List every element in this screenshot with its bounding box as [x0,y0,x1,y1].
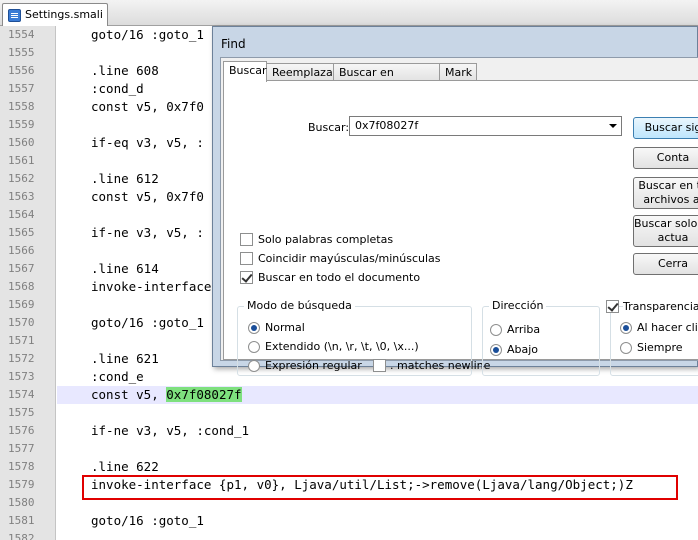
find-dialog-title: Find [221,37,246,51]
matches-newline-label: . matches newline [390,359,491,372]
search-mode-normal-radio[interactable] [248,322,260,334]
line-number: 1560 [8,136,35,149]
search-mode-regex-radio[interactable] [248,360,260,372]
line-number: 1573 [8,370,35,383]
code-line[interactable]: const v5, 0x7f08027f [57,386,698,404]
count-button[interactable]: Conta [633,147,698,169]
close-label: Cerra [657,257,689,270]
find-all-open-docs-button[interactable]: Buscar en to archivos al [633,177,698,209]
line-number: 1582 [8,532,35,540]
line-number: 1579 [8,478,35,491]
code-line[interactable] [57,440,698,458]
tab-mark[interactable]: Mark [439,63,477,81]
transparency-on-lose-focus-label: Al hacer clic s [637,321,698,334]
code-line-text: const v5, [91,387,167,402]
line-number: 1568 [8,280,35,293]
find-all-current-label-1: Buscar solo en [634,217,698,230]
match-case-checkbox[interactable] [240,252,253,265]
line-number: 1574 [8,388,35,401]
find-next-label: Buscar sig [644,121,698,134]
document-tab[interactable]: Settings.smali [2,3,108,26]
direction-down-label: Abajo [507,343,539,356]
whole-word-checkbox[interactable] [240,233,253,246]
find-all-current-label-2: actua [657,231,689,244]
line-number: 1581 [8,514,35,527]
search-input-value: 0x7f08027f [355,119,419,132]
transparency-title: Transparencia [623,300,698,313]
line-number: 1564 [8,208,35,221]
line-number: 1576 [8,424,35,437]
line-number: 1554 [8,28,35,41]
match-case-label: Coincidir mayúsculas/minúsculas [258,252,441,265]
tab-buscar[interactable]: Buscar [223,61,267,82]
search-mode-group: Modo de búsqueda Normal Extendido (\n, \… [237,299,490,376]
transparency-checkbox[interactable] [606,300,619,313]
transparency-on-lose-focus-radio[interactable] [620,322,632,334]
line-number: 1575 [8,406,35,419]
wrap-around-label: Buscar en todo el documento [258,271,421,284]
code-line[interactable] [57,404,698,422]
count-label: Conta [656,151,690,164]
line-number: 1555 [8,46,35,59]
line-number: 1563 [8,190,35,203]
search-mode-regex-label: Expresión regular [265,359,362,372]
direction-up-label: Arriba [507,323,541,336]
close-button[interactable]: Cerra [633,253,698,275]
find-all-open-label-1: Buscar en to [638,179,698,192]
matches-newline-checkbox[interactable] [373,359,386,372]
search-mode-extended-radio[interactable] [248,341,260,353]
transparency-always-label: Siempre [637,341,683,354]
line-number: 1569 [8,298,35,311]
line-number: 1565 [8,226,35,239]
line-number-gutter: 1554 1555 1556 1557 1558 1559 1560 1561 1562 1563… [0,26,56,540]
find-dialog: Find Buscar Reemplazar Buscar en archivo… [212,26,698,376]
annotation-highlight-box [82,475,678,500]
direction-title: Dirección [489,299,547,312]
transparency-always-radio[interactable] [620,342,632,354]
search-match-highlight: 0x7f08027f [166,387,242,402]
code-line[interactable] [57,530,698,540]
code-line[interactable]: goto/16 :goto_1 [57,512,698,530]
search-input[interactable]: 0x7f08027f [349,116,622,136]
transparency-group: Transparencia Al hacer clic s Siempre [606,300,698,376]
find-all-open-label-2: archivos al [643,193,698,206]
line-number: 1567 [8,262,35,275]
direction-down-radio[interactable] [490,344,502,356]
tab-reemplazar[interactable]: Reemplazar [266,63,337,81]
line-number: 1558 [8,100,35,113]
search-mode-normal-label: Normal [265,321,305,334]
line-number: 1566 [8,244,35,257]
whole-word-label: Solo palabras completas [258,233,394,246]
search-mode-extended-label: Extendido (\n, \r, \t, \0, \x...) [265,340,419,353]
direction-group: Dirección Arriba Abajo [482,299,600,376]
line-number: 1577 [8,442,35,455]
line-number: 1578 [8,460,35,473]
direction-up-radio[interactable] [490,324,502,336]
document-tab-bar: Settings.smali [0,0,698,26]
line-number: 1561 [8,154,35,167]
search-label: Buscar: [308,121,350,134]
line-number: 1572 [8,352,35,365]
wrap-around-checkbox[interactable] [240,271,253,284]
search-mode-title: Modo de búsqueda [244,299,355,312]
line-number: 1559 [8,118,35,131]
line-number: 1580 [8,496,35,509]
file-icon [8,9,21,22]
code-line[interactable]: .line 622 [57,458,698,476]
line-number: 1557 [8,82,35,95]
line-number: 1562 [8,172,35,185]
tab-buscar-en-archivos[interactable]: Buscar en archivos [333,63,440,92]
chevron-down-icon[interactable] [604,117,621,135]
find-all-current-doc-button[interactable]: Buscar solo en actua [633,215,698,247]
code-line[interactable]: if-ne v3, v5, :cond_1 [57,422,698,440]
line-number: 1571 [8,334,35,347]
find-dialog-body: Buscar Reemplazar Buscar en archivos Mar… [220,57,698,376]
find-tab-panel: Buscar: 0x7f08027f Buscar sig Conta Busc… [223,80,698,376]
line-number: 1570 [8,316,35,329]
find-next-button[interactable]: Buscar sig [633,117,698,139]
document-tab-label: Settings.smali [25,8,103,21]
line-number: 1556 [8,64,35,77]
